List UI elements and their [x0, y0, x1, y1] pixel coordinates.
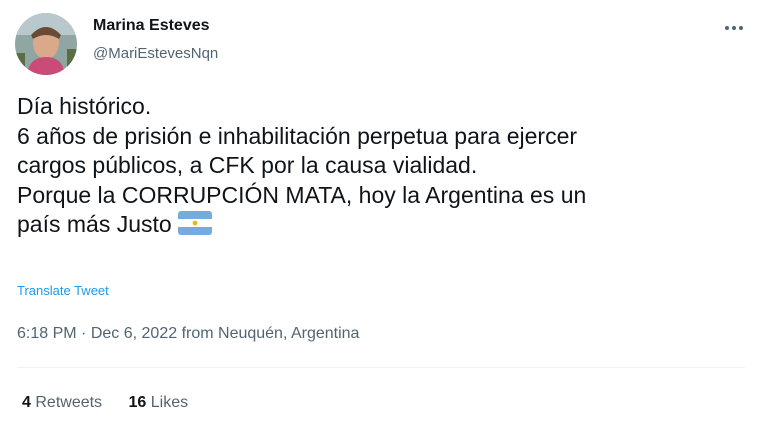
retweets-label: Retweets [35, 394, 103, 411]
tweet-card: Marina Esteves @MariEstevesNqn Día histó… [0, 0, 770, 427]
tweet-meta: 6:18 PM · Dec 6, 2022 from Neuquén, Arge… [17, 325, 359, 343]
tweet-line: 6 años de prisión e inhabilitación perpe… [17, 122, 578, 149]
tweet-date[interactable]: Dec 6, 2022 [91, 325, 177, 342]
tweet-time[interactable]: 6:18 PM [17, 325, 77, 342]
tweet-source: from Neuquén, Argentina [181, 325, 360, 342]
avatar[interactable] [15, 13, 77, 75]
likes-label: Likes [150, 394, 189, 411]
tweet-line-last: país más Justo [17, 210, 757, 240]
tweet-text: Día histórico. 6 años de prisión e inhab… [17, 92, 757, 240]
author-handle[interactable]: @MariEstevesNqn [93, 45, 218, 62]
tweet-line: cargos públicos, a CFK por la causa vial… [17, 152, 478, 178]
tweet-stats: 4 Retweets 16 Likes [22, 394, 210, 412]
retweets-stat[interactable]: 4 Retweets [22, 394, 102, 411]
likes-stat[interactable]: 16 Likes [129, 394, 189, 411]
avatar-photo [15, 13, 77, 75]
more-options-icon[interactable] [722, 16, 746, 40]
translate-tweet-link[interactable]: Translate Tweet [17, 283, 109, 298]
likes-count: 16 [128, 394, 147, 411]
divider [17, 367, 745, 368]
author-name[interactable]: Marina Esteves [93, 17, 210, 35]
meta-separator: · [81, 325, 87, 342]
tweet-line: Porque la CORRUPCIÓN MATA, hoy la Argent… [17, 181, 587, 208]
retweets-count: 4 [22, 394, 31, 411]
tweet-line: país más Justo [17, 211, 172, 237]
tweet-line: Día histórico. [17, 93, 152, 119]
argentina-flag-icon [177, 211, 212, 235]
